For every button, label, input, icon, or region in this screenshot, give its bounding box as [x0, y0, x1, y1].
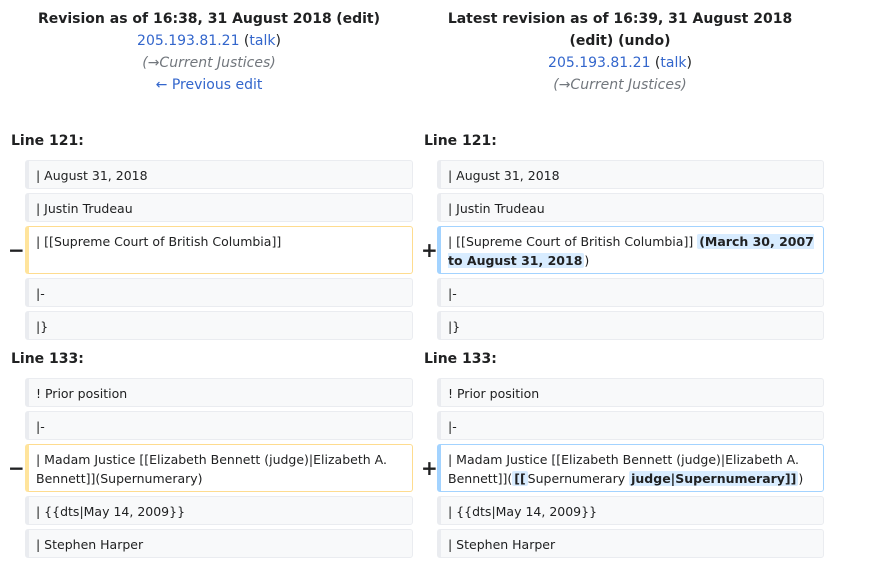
deleted-line-marker: −	[8, 456, 25, 480]
left-user-link[interactable]: 205.193.81.21	[137, 33, 239, 49]
context-line-left: | August 31, 2018	[25, 160, 413, 189]
deleted-line: | Madam Justice [[Elizabeth Bennett (jud…	[25, 444, 413, 492]
right-section-link[interactable]: →Current Justices	[559, 77, 682, 93]
added-line-marker: +	[421, 456, 438, 480]
context-line-right: ! Prior position	[437, 378, 824, 407]
context-line-left: | {{dts|May 14, 2009}}	[25, 496, 413, 525]
left-revision-link[interactable]: Revision as of 16:38, 31 August 2018	[38, 11, 332, 27]
right-line-number: Line 121:	[424, 133, 497, 149]
undo-link[interactable]: undo	[625, 33, 665, 49]
added-line-marker: +	[421, 238, 438, 262]
right-edit-link[interactable]: edit	[576, 33, 607, 49]
left-talk-link[interactable]: talk	[249, 33, 275, 49]
right-line-number: Line 133:	[424, 351, 497, 367]
added-line: | [[Supreme Court of British Columbia]] …	[437, 226, 824, 274]
left-line-number: Line 133:	[11, 351, 84, 367]
context-line-left: |-	[25, 411, 413, 440]
left-edit-link[interactable]: edit	[343, 11, 374, 27]
context-line-right: |-	[437, 278, 824, 307]
left-revision-title: Revision as of 16:38, 31 August 2018 (ed…	[37, 11, 381, 27]
left-revision-header: Revision as of 16:38, 31 August 2018 (ed…	[0, 8, 418, 96]
right-user-link[interactable]: 205.193.81.21	[548, 55, 650, 71]
context-line-left: |-	[25, 278, 413, 307]
left-edit-summary: (→Current Justices)	[142, 55, 276, 71]
added-line: | Madam Justice [[Elizabeth Bennett (jud…	[437, 444, 824, 492]
context-line-left: ! Prior position	[25, 378, 413, 407]
context-line-right: |-	[437, 411, 824, 440]
right-talk-link[interactable]: talk	[660, 55, 686, 71]
context-line-right: | {{dts|May 14, 2009}}	[437, 496, 824, 525]
context-line-left: |}	[25, 311, 413, 340]
deleted-line-marker: −	[8, 238, 25, 262]
previous-edit-link[interactable]: ← Previous edit	[156, 77, 263, 93]
context-line-right: | August 31, 2018	[437, 160, 824, 189]
right-revision-header: Latest revision as of 16:39, 31 August 2…	[413, 8, 827, 96]
right-edit-summary: (→Current Justices)	[553, 77, 687, 93]
context-line-right: | Stephen Harper	[437, 529, 824, 558]
context-line-left: | Stephen Harper	[25, 529, 413, 558]
right-revision-link[interactable]: Latest revision as of 16:39, 31 August 2…	[448, 11, 792, 27]
context-line-right: |}	[437, 311, 824, 340]
context-line-left: | Justin Trudeau	[25, 193, 413, 222]
deleted-line: | [[Supreme Court of British Columbia]]	[25, 226, 413, 274]
left-line-number: Line 121:	[11, 133, 84, 149]
left-section-link[interactable]: →Current Justices	[148, 55, 271, 71]
inserted-text: [[	[512, 471, 528, 486]
inserted-text: judge|Supernumerary]]	[629, 471, 799, 486]
context-line-right: | Justin Trudeau	[437, 193, 824, 222]
